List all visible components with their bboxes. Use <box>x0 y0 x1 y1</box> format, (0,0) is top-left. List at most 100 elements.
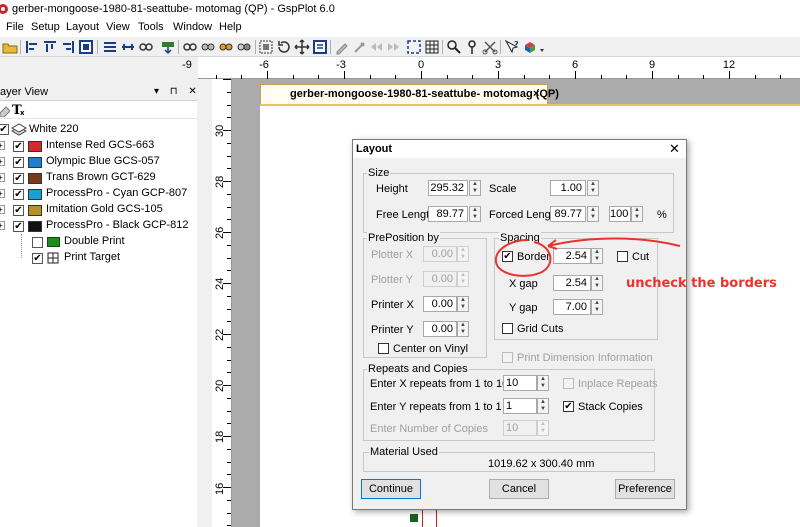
x-gap-field[interactable]: 2.54 <box>553 275 591 291</box>
expand-icon[interactable]: + <box>0 205 5 214</box>
layer-row[interactable]: + ✔ ProcessPro - Black GCP-812 <box>0 218 197 234</box>
layer-row[interactable]: + ✔ Imitation Gold GCS-105 <box>0 202 197 218</box>
y-gap-field[interactable]: 7.00 <box>553 299 591 315</box>
layer-row[interactable]: + ✔ Olympic Blue GCS-057 <box>0 154 197 170</box>
object-handle[interactable] <box>410 514 418 522</box>
menu-view[interactable]: View <box>106 21 130 33</box>
grid-icon[interactable] <box>424 39 440 55</box>
layer-checkbox[interactable]: ✔ <box>13 157 24 168</box>
border-spinner[interactable]: ▲ ▼ <box>591 248 603 264</box>
forced-length-spinner[interactable]: ▲ ▼ <box>587 206 599 222</box>
border-checkbox[interactable]: ✔ <box>502 251 513 262</box>
expand-icon[interactable]: + <box>0 141 5 150</box>
split-icon[interactable] <box>236 39 252 55</box>
expand-icon[interactable]: + <box>0 189 5 198</box>
pen-icon[interactable] <box>334 39 350 55</box>
layer-sub-row[interactable]: ✔ Print Target <box>0 250 197 266</box>
scale-spinner[interactable]: ▲ ▼ <box>587 180 599 196</box>
align-top-icon[interactable] <box>42 39 58 55</box>
properties-icon[interactable] <box>312 39 328 55</box>
eraser-icon[interactable] <box>0 103 11 120</box>
help-pointer-icon[interactable]: ? <box>504 39 520 55</box>
ruler-tick <box>223 232 231 233</box>
layer-checkbox[interactable]: ✔ <box>13 221 24 232</box>
open-folder-icon[interactable] <box>2 39 18 55</box>
y-repeats-spinner[interactable]: ▲ ▼ <box>537 398 549 414</box>
x-repeats-spinner[interactable]: ▲ ▼ <box>537 375 549 391</box>
layer-row[interactable]: + ✔ ProcessPro - Cyan GCP-807 <box>0 186 197 202</box>
height-field[interactable]: 295.32 <box>428 180 468 196</box>
y-gap-spinner[interactable]: ▲ ▼ <box>591 299 603 315</box>
menu-help[interactable]: Help <box>219 21 242 33</box>
rewind-icon[interactable] <box>368 39 384 55</box>
layer-checkbox[interactable]: ✔ <box>13 173 24 184</box>
weld-icon[interactable] <box>218 39 234 55</box>
link-icon[interactable] <box>182 39 198 55</box>
unlink-icon[interactable] <box>200 39 216 55</box>
layer-checkbox[interactable]: ✔ <box>13 205 24 216</box>
expand-icon[interactable]: + <box>0 173 5 182</box>
menu-file[interactable]: File <box>6 21 24 33</box>
sub-item-checkbox[interactable]: ✔ <box>32 253 43 264</box>
menu-window[interactable]: Window <box>173 21 212 33</box>
dialog-close-icon[interactable]: ✕ <box>669 141 680 157</box>
select-icon[interactable] <box>406 39 422 55</box>
free-length-field[interactable]: 89.77 <box>428 206 468 222</box>
fast-forward-icon[interactable] <box>386 39 402 55</box>
nest-icon[interactable] <box>258 39 274 55</box>
expand-icon[interactable]: + <box>0 221 5 230</box>
zoom-icon[interactable] <box>446 39 462 55</box>
knife-icon[interactable] <box>352 39 368 55</box>
layer-row[interactable]: + ✔ Intense Red GCS-663 <box>0 138 197 154</box>
layer-root[interactable]: ✔ White 220 <box>0 122 197 138</box>
menu-layout[interactable]: Layout <box>66 21 99 33</box>
stack-copies-checkbox[interactable]: ✔ <box>563 401 574 412</box>
close-tab-icon[interactable]: × <box>533 88 539 100</box>
toolbar-overflow-icon[interactable] <box>538 39 546 55</box>
percent-field[interactable]: 100 <box>609 206 631 222</box>
free-length-spinner[interactable]: ▲ ▼ <box>469 206 481 222</box>
height-spinner[interactable]: ▲ ▼ <box>469 180 481 196</box>
printer-y-spinner[interactable]: ▲ ▼ <box>457 321 469 337</box>
expand-icon[interactable]: + <box>0 157 5 166</box>
layer-checkbox[interactable]: ✔ <box>13 141 24 152</box>
continue-button[interactable]: Continue <box>361 479 421 499</box>
sub-item-checkbox[interactable] <box>32 237 43 248</box>
align-right-icon[interactable] <box>60 39 76 55</box>
preference-button[interactable]: Preference <box>615 479 675 499</box>
color-box-icon[interactable] <box>522 39 538 55</box>
distribute-icon[interactable] <box>102 39 118 55</box>
dialog-title-bar: Layout ✕ <box>353 140 686 158</box>
x-gap-spinner[interactable]: ▲ ▼ <box>591 275 603 291</box>
layer-row[interactable]: + ✔ Trans Brown GCT-629 <box>0 170 197 186</box>
scissors-icon[interactable] <box>482 39 498 55</box>
cut-checkbox[interactable] <box>617 251 628 262</box>
scale-field[interactable]: 1.00 <box>550 180 586 196</box>
border-field[interactable]: 2.54 <box>553 248 591 264</box>
menu-tools[interactable]: Tools <box>138 21 164 33</box>
percent-spinner[interactable]: ▲ ▼ <box>631 206 643 222</box>
y-repeats-field[interactable]: 1 <box>503 398 537 414</box>
layer-root-checkbox[interactable]: ✔ <box>0 124 9 135</box>
text-tool-icon[interactable]: Tx <box>12 102 26 119</box>
center-on-vinyl-checkbox[interactable] <box>378 343 389 354</box>
x-repeats-field[interactable]: 10 <box>503 375 537 391</box>
panel-controls[interactable]: ▾ ⊓ ✕ <box>154 86 201 97</box>
grid-cuts-checkbox[interactable] <box>502 323 513 334</box>
tray-icon[interactable] <box>160 39 176 55</box>
align-left-icon[interactable] <box>24 39 40 55</box>
forced-length-field[interactable]: 89.77 <box>550 206 586 222</box>
space-icon[interactable] <box>120 39 136 55</box>
printer-x-field[interactable]: 0.00 <box>423 296 457 312</box>
printer-x-spinner[interactable]: ▲ ▼ <box>457 296 469 312</box>
layer-sub-row[interactable]: Double Print <box>0 234 197 250</box>
group-icon[interactable] <box>138 39 154 55</box>
move-icon[interactable] <box>294 39 310 55</box>
menu-setup[interactable]: Setup <box>31 21 60 33</box>
cancel-button[interactable]: Cancel <box>489 479 549 499</box>
pin-icon[interactable] <box>464 39 480 55</box>
frame-icon[interactable] <box>78 39 94 55</box>
layer-checkbox[interactable]: ✔ <box>13 189 24 200</box>
printer-y-field[interactable]: 0.00 <box>423 321 457 337</box>
rotate-icon[interactable] <box>276 39 292 55</box>
